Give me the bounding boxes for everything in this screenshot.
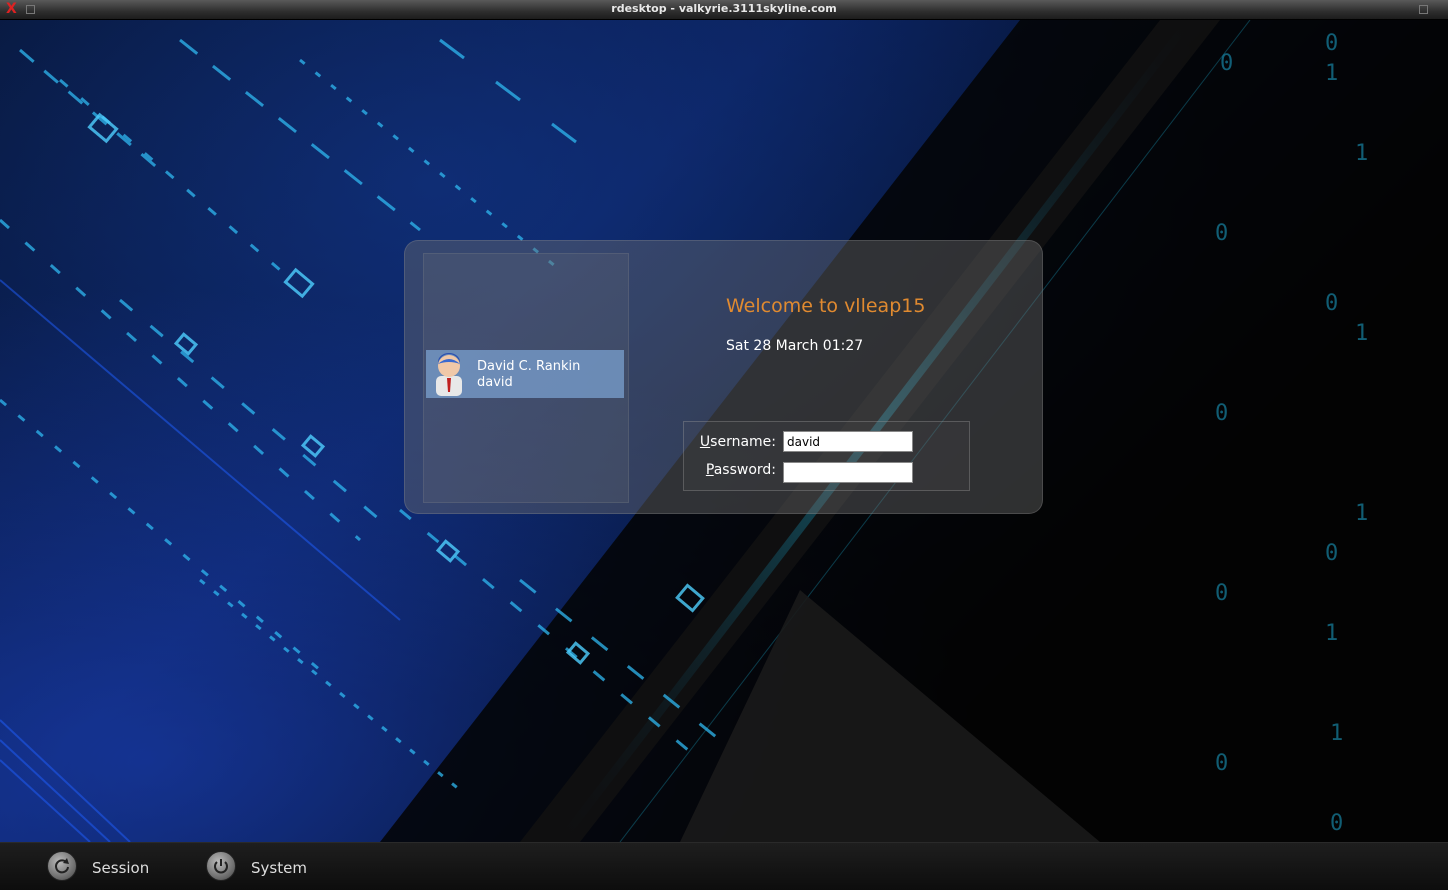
svg-text:0: 0 xyxy=(1215,751,1228,776)
svg-text:1: 1 xyxy=(1325,621,1338,646)
svg-text:0: 0 xyxy=(1215,401,1228,426)
welcome-message: Welcome to vlleap15 xyxy=(726,295,926,317)
svg-text:1: 1 xyxy=(1355,141,1368,166)
window-title: rdesktop - valkyrie.3111skyline.com xyxy=(611,2,837,15)
svg-text:1: 1 xyxy=(1325,61,1338,86)
credentials-box: Username: Password: xyxy=(683,421,970,491)
username-input[interactable] xyxy=(783,431,913,452)
user-avatar-icon xyxy=(436,353,462,396)
refresh-icon xyxy=(47,851,77,881)
svg-text:1: 1 xyxy=(1355,501,1368,526)
username-label-text: sername: xyxy=(710,434,776,450)
username-label: Username: xyxy=(692,434,776,450)
login-panel: David C. Rankin david Welcome to vlleap1… xyxy=(404,240,1043,514)
password-label-text: assword: xyxy=(713,462,776,478)
svg-text:0: 0 xyxy=(1215,581,1228,606)
user-login-name: david xyxy=(477,375,513,390)
date-time: Sat 28 March 01:27 xyxy=(726,338,864,354)
window-titlebar[interactable]: X rdesktop - valkyrie.3111skyline.com xyxy=(0,0,1448,20)
svg-text:0: 0 xyxy=(1215,221,1228,246)
user-list-item[interactable]: David C. Rankin david xyxy=(426,350,624,398)
session-button[interactable]: Session xyxy=(47,849,157,885)
password-label: Password: xyxy=(692,462,776,478)
system-label: System xyxy=(251,859,307,877)
username-mnemonic: U xyxy=(699,434,711,450)
user-full-name: David C. Rankin xyxy=(477,359,581,374)
session-label: Session xyxy=(92,859,150,877)
svg-text:0: 0 xyxy=(1325,541,1338,566)
svg-text:1: 1 xyxy=(1330,721,1343,746)
svg-text:0: 0 xyxy=(1325,31,1338,56)
power-icon xyxy=(206,851,236,881)
user-list: David C. Rankin david xyxy=(423,253,629,503)
password-input[interactable] xyxy=(783,462,913,483)
svg-text:0: 0 xyxy=(1330,811,1343,836)
maximize-icon[interactable] xyxy=(1419,5,1428,14)
svg-text:1: 1 xyxy=(1355,321,1368,346)
password-mnemonic: P xyxy=(705,462,714,478)
svg-text:0: 0 xyxy=(1220,51,1233,76)
svg-text:0: 0 xyxy=(1325,291,1338,316)
bottom-bar: Session System xyxy=(0,842,1448,890)
system-button[interactable]: System xyxy=(206,849,316,885)
